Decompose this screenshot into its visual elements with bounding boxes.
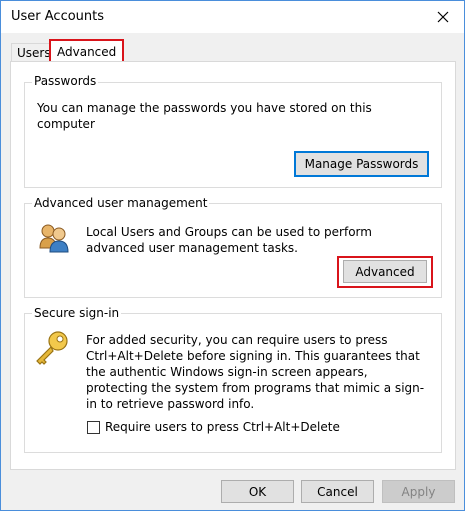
secure-signin-group-label: Secure sign-in [32, 306, 122, 320]
ok-button[interactable]: OK [221, 480, 294, 503]
key-icon [33, 329, 71, 367]
users-group-icon [36, 222, 72, 254]
tab-users-label: Users [17, 46, 51, 60]
window-title: User Accounts [11, 9, 105, 24]
close-icon [437, 11, 449, 23]
apply-button[interactable]: Apply [382, 480, 455, 503]
tab-advanced-label: Advanced [57, 45, 117, 59]
advanced-button[interactable]: Advanced [343, 260, 427, 283]
advanced-management-description: Local Users and Groups can be used to pe… [86, 225, 372, 255]
passwords-group-label: Passwords [32, 74, 99, 88]
manage-passwords-button[interactable]: Manage Passwords [294, 151, 429, 177]
secure-signin-description: For added security, you can require user… [86, 333, 425, 411]
close-button[interactable] [428, 4, 458, 30]
user-accounts-window: User Accounts Users Advanced Passwords Y… [0, 0, 465, 511]
require-ctrl-alt-delete-label[interactable]: Require users to press Ctrl+Alt+Delete [105, 419, 340, 435]
passwords-description: You can manage the passwords you have st… [37, 101, 372, 131]
advanced-management-group-label: Advanced user management [32, 196, 210, 210]
cancel-button[interactable]: Cancel [301, 480, 374, 503]
title-bar: User Accounts [1, 1, 464, 33]
require-ctrl-alt-delete-checkbox[interactable] [87, 421, 100, 434]
advanced-tab-panel: Passwords You can manage the passwords y… [10, 61, 456, 470]
